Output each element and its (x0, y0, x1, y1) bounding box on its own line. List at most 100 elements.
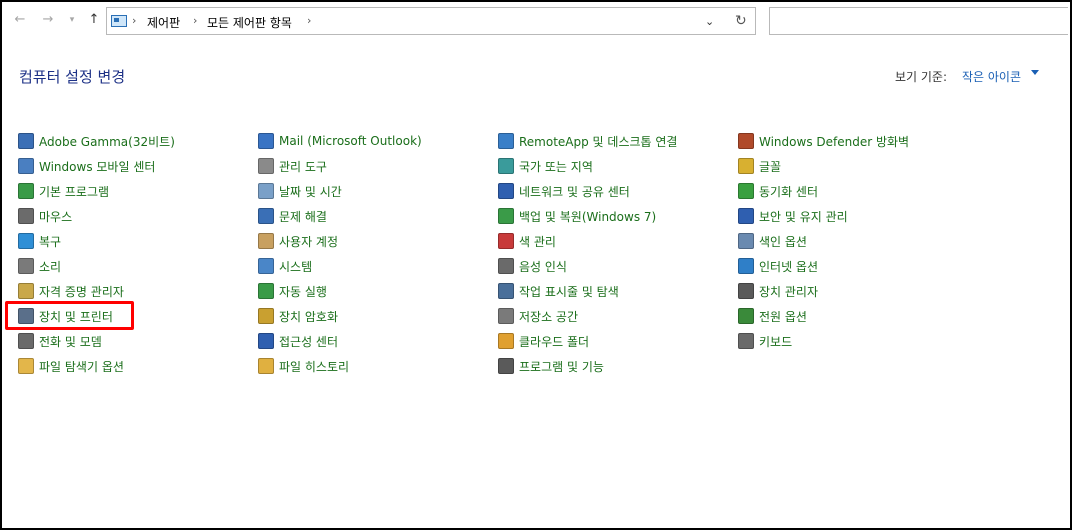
system-icon (258, 258, 274, 274)
breadcrumb-control-panel[interactable]: 제어판 (147, 14, 180, 31)
view-by-dropdown[interactable]: 작은 아이콘 (962, 68, 1021, 85)
control-panel-item[interactable]: 파일 탐색기 옵션 (18, 356, 124, 376)
control-panel-item[interactable]: 접근성 센터 (258, 331, 338, 351)
mobility-center-icon (18, 158, 34, 174)
control-panel-item-label: 기본 프로그램 (39, 184, 110, 199)
control-panel-item-label: Windows 모바일 센터 (39, 159, 156, 174)
control-panel-item-label: 사용자 계정 (279, 234, 339, 249)
control-panel-item-label: 관리 도구 (279, 159, 327, 174)
control-panel-item[interactable]: 국가 또는 지역 (498, 156, 593, 176)
control-panel-item-label: Mail (Microsoft Outlook) (279, 134, 422, 148)
phone-modem-icon (18, 333, 34, 349)
default-programs-icon (18, 183, 34, 199)
control-panel-item[interactable]: 백업 및 복원(Windows 7) (498, 206, 656, 226)
control-panel-item[interactable]: 장치 관리자 (738, 281, 818, 301)
mouse-icon (18, 208, 34, 224)
remoteapp-icon (498, 133, 514, 149)
control-panel-item[interactable]: 복구 (18, 231, 61, 251)
credential-manager-icon (18, 283, 34, 299)
troubleshoot-icon (258, 208, 274, 224)
control-panel-item[interactable]: 자동 실행 (258, 281, 327, 301)
control-panel-item[interactable]: 시스템 (258, 256, 312, 276)
control-panel-item[interactable]: 문제 해결 (258, 206, 327, 226)
search-input[interactable] (769, 7, 1068, 35)
microphone-icon (498, 258, 514, 274)
control-panel-item-label: 프로그램 및 기능 (519, 359, 604, 374)
control-panel-item[interactable]: Windows Defender 방화벽 (738, 131, 909, 151)
control-panel-item[interactable]: 마우스 (18, 206, 72, 226)
address-dropdown-icon[interactable]: ⌄ (705, 15, 714, 28)
control-panel-item-label: 동기화 센터 (759, 184, 819, 199)
control-panel-item[interactable]: 소리 (18, 256, 61, 276)
control-panel-item[interactable]: 전원 옵션 (738, 306, 807, 326)
control-panel-item[interactable]: 관리 도구 (258, 156, 327, 176)
control-panel-item[interactable]: 키보드 (738, 331, 792, 351)
control-panel-item-label: Adobe Gamma(32비트) (39, 134, 175, 149)
breadcrumb-separator-icon[interactable]: › (307, 14, 311, 27)
navigation-bar: ← → ▾ ↑ › 제어판 › 모든 제어판 항목 › ⌄ ↻ (0, 0, 1068, 40)
control-panel-item-label: 키보드 (759, 334, 793, 349)
address-bar[interactable]: › 제어판 › 모든 제어판 항목 › ⌄ ↻ (106, 7, 756, 35)
control-panel-item[interactable]: 장치 암호화 (258, 306, 338, 326)
internet-options-icon (738, 258, 754, 274)
security-flag-icon (738, 208, 754, 224)
firewall-icon (738, 133, 754, 149)
control-panel-item[interactable]: 네트워크 및 공유 센터 (498, 181, 630, 201)
arrow-up-icon: ↑ (88, 12, 100, 27)
control-panel-icon (111, 15, 127, 27)
control-panel-item[interactable]: 사용자 계정 (258, 231, 338, 251)
storage-spaces-icon (498, 308, 514, 324)
recent-locations-button[interactable]: ▾ (64, 12, 80, 28)
breadcrumb-separator-icon[interactable]: › (193, 14, 197, 27)
highlight-box (5, 301, 134, 330)
region-globe-icon (498, 158, 514, 174)
control-panel-item-label: 저장소 공간 (519, 309, 579, 324)
indexing-options-icon (738, 233, 754, 249)
admin-tools-icon (258, 158, 274, 174)
control-panel-item[interactable]: Windows 모바일 센터 (18, 156, 155, 176)
control-panel-item-label: 시스템 (279, 259, 313, 274)
control-panel-item[interactable]: Mail (Microsoft Outlook) (258, 131, 422, 151)
control-panel-item[interactable]: 작업 표시줄 및 탐색 (498, 281, 619, 301)
color-management-icon (498, 233, 514, 249)
control-panel-item-label: 자동 실행 (279, 284, 327, 299)
control-panel-item[interactable]: 색 관리 (498, 231, 556, 251)
control-panel-item[interactable]: 프로그램 및 기능 (498, 356, 604, 376)
up-button[interactable]: ↑ (86, 12, 102, 28)
control-panel-item[interactable]: 기본 프로그램 (18, 181, 109, 201)
chevron-down-icon: ▾ (69, 15, 75, 25)
backup-restore-icon (498, 208, 514, 224)
control-panel-item[interactable]: RemoteApp 및 데스크톱 연결 (498, 131, 677, 151)
power-options-icon (738, 308, 754, 324)
autoplay-icon (258, 283, 274, 299)
control-panel-item[interactable]: 글꼴 (738, 156, 781, 176)
control-panel-item[interactable]: 보안 및 유지 관리 (738, 206, 848, 226)
control-panel-item-label: 백업 및 복원(Windows 7) (519, 209, 657, 224)
refresh-icon[interactable]: ↻ (735, 13, 747, 29)
control-panel-item[interactable]: 날짜 및 시간 (258, 181, 342, 201)
control-panel-item[interactable]: 파일 히스토리 (258, 356, 349, 376)
control-panel-item[interactable]: 인터넷 옵션 (738, 256, 818, 276)
control-panel-item[interactable]: 자격 증명 관리자 (18, 281, 124, 301)
back-button[interactable]: ← (12, 12, 28, 28)
control-panel-item[interactable]: 저장소 공간 (498, 306, 578, 326)
control-panel-item[interactable]: 동기화 센터 (738, 181, 818, 201)
control-panel-item[interactable]: 음성 인식 (498, 256, 567, 276)
control-panel-item-label: 국가 또는 지역 (519, 159, 593, 174)
keyboard-icon (738, 333, 754, 349)
control-panel-item-label: RemoteApp 및 데스크톱 연결 (519, 134, 678, 149)
control-panel-item-label: 문제 해결 (279, 209, 327, 224)
control-panel-item[interactable]: Adobe Gamma(32비트) (18, 131, 175, 151)
view-by-arrow-icon[interactable] (1031, 70, 1039, 75)
control-panel-item[interactable]: 색인 옵션 (738, 231, 807, 251)
network-center-icon (498, 183, 514, 199)
breadcrumb-separator-icon[interactable]: › (132, 14, 136, 27)
breadcrumb-all-items[interactable]: 모든 제어판 항목 (207, 14, 292, 31)
user-accounts-icon (258, 233, 274, 249)
control-panel-item[interactable]: 클라우드 폴더 (498, 331, 589, 351)
clock-icon (258, 183, 274, 199)
work-folders-icon (498, 333, 514, 349)
control-panel-item-label: 보안 및 유지 관리 (759, 209, 848, 224)
forward-button[interactable]: → (40, 12, 56, 28)
control-panel-item[interactable]: 전화 및 모뎀 (18, 331, 102, 351)
